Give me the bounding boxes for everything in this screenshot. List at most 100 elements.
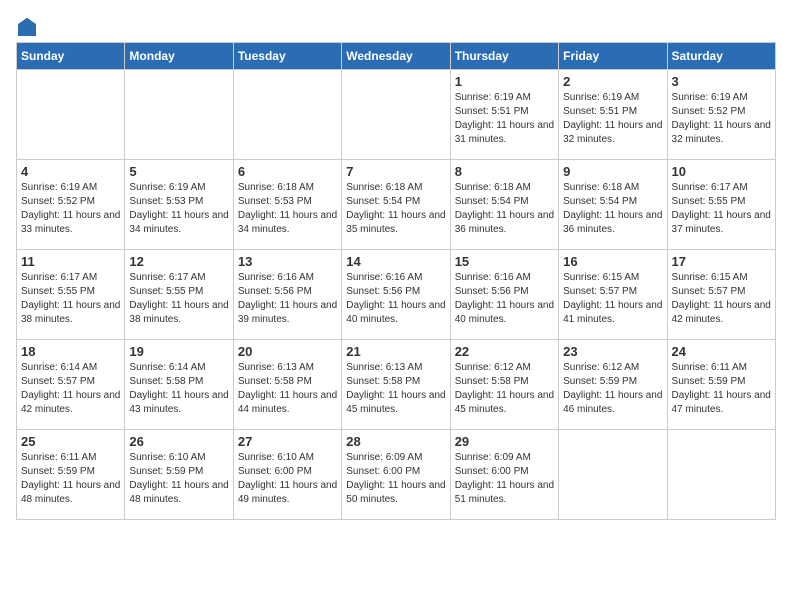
day-number: 15: [455, 254, 554, 269]
day-info: Sunrise: 6:09 AMSunset: 6:00 PMDaylight:…: [346, 451, 445, 507]
calendar-cell: 17 Sunrise: 6:15 AMSunset: 5:57 PMDayligh…: [667, 250, 775, 340]
day-number: 16: [563, 254, 662, 269]
day-number: 17: [672, 254, 771, 269]
day-info: Sunrise: 6:09 AMSunset: 6:00 PMDaylight:…: [455, 451, 554, 507]
day-number: 23: [563, 344, 662, 359]
calendar-cell: 2 Sunrise: 6:19 AMSunset: 5:51 PMDaylight…: [559, 70, 667, 160]
weekday-header-wednesday: Wednesday: [342, 43, 450, 70]
day-info: Sunrise: 6:19 AMSunset: 5:52 PMDaylight:…: [672, 91, 771, 147]
day-number: 19: [129, 344, 228, 359]
calendar-cell: 7 Sunrise: 6:18 AMSunset: 5:54 PMDaylight…: [342, 160, 450, 250]
weekday-header-row: SundayMondayTuesdayWednesdayThursdayFrid…: [17, 43, 776, 70]
day-number: 24: [672, 344, 771, 359]
calendar-cell: 29 Sunrise: 6:09 AMSunset: 6:00 PMDayligh…: [450, 430, 558, 520]
day-info: Sunrise: 6:13 AMSunset: 5:58 PMDaylight:…: [346, 361, 445, 417]
calendar-cell: 11 Sunrise: 6:17 AMSunset: 5:55 PMDayligh…: [17, 250, 125, 340]
day-number: 2: [563, 74, 662, 89]
day-number: 25: [21, 434, 120, 449]
day-info: Sunrise: 6:17 AMSunset: 5:55 PMDaylight:…: [21, 271, 120, 327]
weekday-header-monday: Monday: [125, 43, 233, 70]
calendar-cell: 21 Sunrise: 6:13 AMSunset: 5:58 PMDayligh…: [342, 340, 450, 430]
logo-icon: [16, 16, 38, 38]
day-info: Sunrise: 6:10 AMSunset: 6:00 PMDaylight:…: [238, 451, 337, 507]
calendar-cell: 5 Sunrise: 6:19 AMSunset: 5:53 PMDaylight…: [125, 160, 233, 250]
calendar-cell: 24 Sunrise: 6:11 AMSunset: 5:59 PMDayligh…: [667, 340, 775, 430]
day-number: 8: [455, 164, 554, 179]
day-info: Sunrise: 6:18 AMSunset: 5:54 PMDaylight:…: [563, 181, 662, 237]
day-number: 9: [563, 164, 662, 179]
calendar-table: SundayMondayTuesdayWednesdayThursdayFrid…: [16, 42, 776, 520]
day-number: 11: [21, 254, 120, 269]
calendar-week-4: 18Sunrise: 6:14 AMSunset: 5:57 PMDayligh…: [17, 340, 776, 430]
calendar-cell: [125, 70, 233, 160]
calendar-week-2: 4Sunrise: 6:19 AMSunset: 5:52 PMDaylight…: [17, 160, 776, 250]
day-number: 22: [455, 344, 554, 359]
day-info: Sunrise: 6:14 AMSunset: 5:58 PMDaylight:…: [129, 361, 228, 417]
day-info: Sunrise: 6:18 AMSunset: 5:54 PMDaylight:…: [346, 181, 445, 237]
calendar-week-1: 1 Sunrise: 6:19 AMSunset: 5:51 PMDaylight…: [17, 70, 776, 160]
day-info: Sunrise: 6:19 AMSunset: 5:51 PMDaylight:…: [563, 91, 662, 147]
weekday-header-thursday: Thursday: [450, 43, 558, 70]
day-info: Sunrise: 6:16 AMSunset: 5:56 PMDaylight:…: [455, 271, 554, 327]
calendar-week-5: 25 Sunrise: 6:11 AMSunset: 5:59 PMDayligh…: [17, 430, 776, 520]
day-info: Sunrise: 6:12 AMSunset: 5:59 PMDaylight:…: [563, 361, 662, 417]
day-number: 26: [129, 434, 228, 449]
calendar-cell: [559, 430, 667, 520]
day-info: Sunrise: 6:19 AMSunset: 5:51 PMDaylight:…: [455, 91, 554, 147]
day-number: 10: [672, 164, 771, 179]
day-number: 4: [21, 164, 120, 179]
calendar-cell: [667, 430, 775, 520]
day-number: 14: [346, 254, 445, 269]
calendar-cell: 13Sunrise: 6:16 AMSunset: 5:56 PMDayligh…: [233, 250, 341, 340]
day-info: Sunrise: 6:16 AMSunset: 5:56 PMDaylight:…: [238, 271, 337, 327]
logo: [16, 16, 38, 34]
calendar-cell: [17, 70, 125, 160]
day-number: 6: [238, 164, 337, 179]
calendar-cell: 25 Sunrise: 6:11 AMSunset: 5:59 PMDayligh…: [17, 430, 125, 520]
day-info: Sunrise: 6:19 AMSunset: 5:53 PMDaylight:…: [129, 181, 228, 237]
day-info: Sunrise: 6:12 AMSunset: 5:58 PMDaylight:…: [455, 361, 554, 417]
day-info: Sunrise: 6:18 AMSunset: 5:54 PMDaylight:…: [455, 181, 554, 237]
calendar-cell: 23 Sunrise: 6:12 AMSunset: 5:59 PMDayligh…: [559, 340, 667, 430]
weekday-header-saturday: Saturday: [667, 43, 775, 70]
day-number: 29: [455, 434, 554, 449]
day-number: 27: [238, 434, 337, 449]
calendar-cell: 1 Sunrise: 6:19 AMSunset: 5:51 PMDaylight…: [450, 70, 558, 160]
calendar-cell: 10 Sunrise: 6:17 AMSunset: 5:55 PMDayligh…: [667, 160, 775, 250]
calendar-week-3: 11 Sunrise: 6:17 AMSunset: 5:55 PMDayligh…: [17, 250, 776, 340]
calendar-cell: 16 Sunrise: 6:15 AMSunset: 5:57 PMDayligh…: [559, 250, 667, 340]
calendar-cell: 12Sunrise: 6:17 AMSunset: 5:55 PMDayligh…: [125, 250, 233, 340]
calendar-cell: [342, 70, 450, 160]
calendar-cell: 27 Sunrise: 6:10 AMSunset: 6:00 PMDayligh…: [233, 430, 341, 520]
day-info: Sunrise: 6:15 AMSunset: 5:57 PMDaylight:…: [563, 271, 662, 327]
calendar-cell: [233, 70, 341, 160]
calendar-cell: 3 Sunrise: 6:19 AMSunset: 5:52 PMDaylight…: [667, 70, 775, 160]
day-info: Sunrise: 6:10 AMSunset: 5:59 PMDaylight:…: [129, 451, 228, 507]
day-info: Sunrise: 6:18 AMSunset: 5:53 PMDaylight:…: [238, 181, 337, 237]
day-number: 3: [672, 74, 771, 89]
calendar-cell: 20Sunrise: 6:13 AMSunset: 5:58 PMDayligh…: [233, 340, 341, 430]
calendar-cell: 19 Sunrise: 6:14 AMSunset: 5:58 PMDayligh…: [125, 340, 233, 430]
calendar-cell: 26 Sunrise: 6:10 AMSunset: 5:59 PMDayligh…: [125, 430, 233, 520]
weekday-header-tuesday: Tuesday: [233, 43, 341, 70]
weekday-header-sunday: Sunday: [17, 43, 125, 70]
calendar-cell: 15 Sunrise: 6:16 AMSunset: 5:56 PMDayligh…: [450, 250, 558, 340]
day-number: 5: [129, 164, 228, 179]
day-info: Sunrise: 6:17 AMSunset: 5:55 PMDaylight:…: [672, 181, 771, 237]
day-info: Sunrise: 6:15 AMSunset: 5:57 PMDaylight:…: [672, 271, 771, 327]
calendar-cell: 9 Sunrise: 6:18 AMSunset: 5:54 PMDaylight…: [559, 160, 667, 250]
day-number: 21: [346, 344, 445, 359]
day-info: Sunrise: 6:13 AMSunset: 5:58 PMDaylight:…: [238, 361, 337, 417]
day-info: Sunrise: 6:16 AMSunset: 5:56 PMDaylight:…: [346, 271, 445, 327]
day-number: 18: [21, 344, 120, 359]
calendar-cell: 18Sunrise: 6:14 AMSunset: 5:57 PMDayligh…: [17, 340, 125, 430]
header: [16, 16, 776, 34]
day-number: 1: [455, 74, 554, 89]
day-info: Sunrise: 6:11 AMSunset: 5:59 PMDaylight:…: [21, 451, 120, 507]
calendar-cell: 8 Sunrise: 6:18 AMSunset: 5:54 PMDaylight…: [450, 160, 558, 250]
day-info: Sunrise: 6:11 AMSunset: 5:59 PMDaylight:…: [672, 361, 771, 417]
calendar-cell: 4Sunrise: 6:19 AMSunset: 5:52 PMDaylight…: [17, 160, 125, 250]
day-number: 7: [346, 164, 445, 179]
day-info: Sunrise: 6:17 AMSunset: 5:55 PMDaylight:…: [129, 271, 228, 327]
calendar-cell: 14 Sunrise: 6:16 AMSunset: 5:56 PMDayligh…: [342, 250, 450, 340]
